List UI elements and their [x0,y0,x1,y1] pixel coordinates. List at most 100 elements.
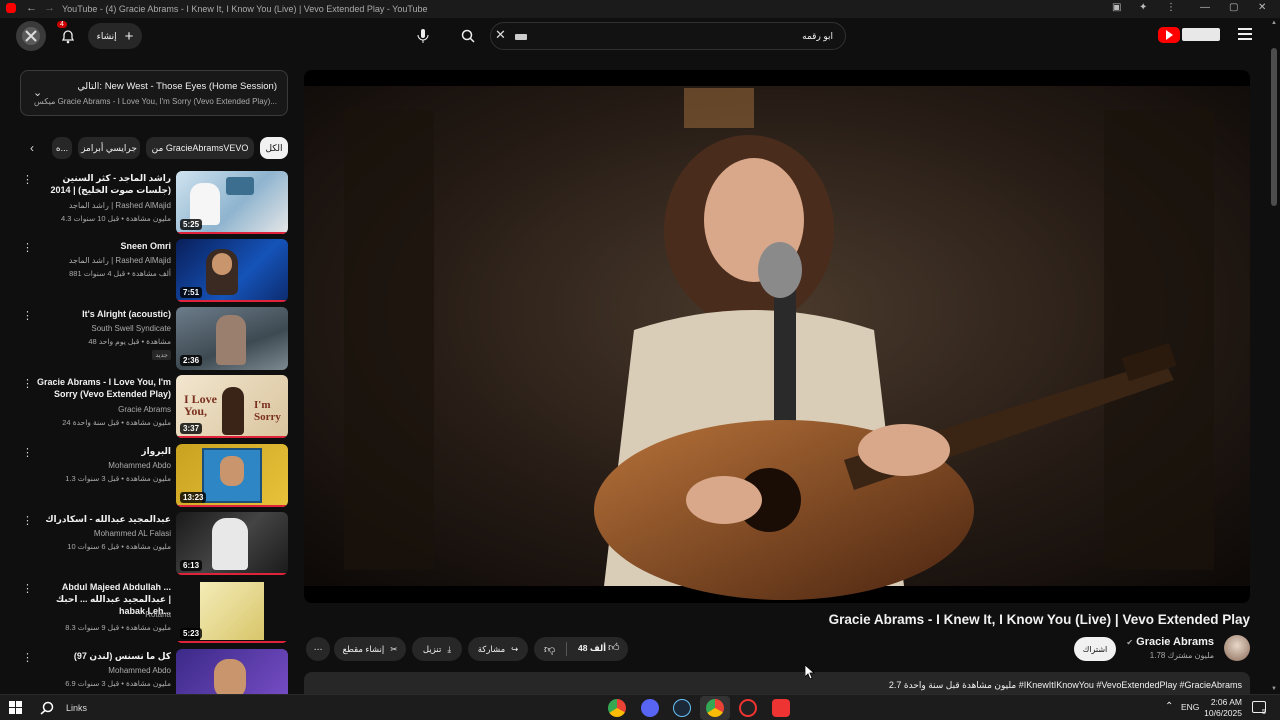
rec-meta: 6.9 مليون مشاهدة • قبل 3 سنوات [65,679,171,688]
rec-title[interactable]: راشد الماجد - كثر السنين (جلسات صوت الخل… [31,172,171,196]
rec-channel[interactable]: Mohammed AL Falasi [94,529,171,538]
notifications-button[interactable]: 4 [53,21,83,51]
recommendation-item[interactable]: ⋮ Sneen Omri راشد الماجد | Rashed AlMaji… [20,239,288,303]
rec-title[interactable]: Gracie Abrams - I Love You, I'm Sorry (V… [31,376,171,400]
youtube-logo[interactable] [1158,27,1220,43]
scroll-up-icon[interactable]: ▲ [1271,20,1277,26]
chrome-profile-icon[interactable] [706,699,724,717]
rec-channel[interactable]: Mohammed Abdo [108,666,171,675]
recommendation-item[interactable]: ⋮ Gracie Abrams - I Love You, I'm Sorry … [20,375,288,439]
scroll-down-icon[interactable]: ▼ [1271,686,1277,692]
chip-more[interactable]: ه... [52,137,72,159]
steam-icon[interactable] [673,699,691,717]
create-button[interactable]: إنشاء + [88,23,142,49]
rec-thumbnail[interactable]: 13:23 [176,444,288,507]
rec-thumbnail[interactable]: 5:23 [176,580,288,643]
minimize-icon[interactable]: — [1200,2,1210,13]
masthead: 4 إنشاء + ✕ ابو رقمه [0,18,1280,56]
page-scrollbar[interactable]: ▲ ▼ [1268,18,1280,694]
rec-thumbnail[interactable]: 7:51 [176,239,288,302]
taskbar-search-icon[interactable] [40,701,54,715]
duration-badge: 7:51 [180,287,203,298]
rec-meta: 10 مليون مشاهدة • قبل 6 سنوات [67,542,171,551]
like-icon[interactable]: 👍︎ [608,641,620,654]
rec-meta: 24 مليون مشاهدة • قبل سنة واحدة [62,418,171,427]
rec-title[interactable]: Sneen Omri [31,240,171,252]
duration-badge: 3:37 [180,423,203,434]
recommendation-item[interactable]: ⋮ Abdul Majeed Abdullah ... عبدالمجيد عب… [20,580,288,644]
recommendation-item[interactable]: ⋮ راشد الماجد - كثر السنين (جلسات صوت ال… [20,171,288,235]
up-next-panel[interactable]: ⌄ التالي: New West - Those Eyes (Home Se… [20,70,288,116]
rec-channel[interactable]: South Swell Syndicate [91,324,171,333]
extensions-icon[interactable]: ✦ [1139,2,1147,13]
rec-thumbnail[interactable]: I Love You, I'm Sorry 3:37 [176,375,288,438]
like-count[interactable]: 48 ألف [578,643,606,654]
channel-name[interactable]: ✔ Gracie Abrams [1126,636,1214,648]
rec-title[interactable]: عبدالمجيد عبدالله - اسكادراك [31,513,171,525]
rec-title[interactable]: البرواز [31,445,171,457]
more-actions-button[interactable]: ⋯ [306,637,330,661]
window-title-bar: ← → YouTube - (4) Gracie Abrams - I Knew… [0,0,1280,18]
rec-channel[interactable]: راشد الماجد | Rashed AlMajid [69,256,171,265]
language-indicator[interactable]: ENG [1181,702,1199,712]
tray-chevron-up-icon[interactable]: ⌃ [1165,701,1173,712]
taskbar-search-label[interactable]: Links [66,703,87,713]
youtube-wordmark [1182,28,1220,41]
chip-gracie-abrams[interactable]: جرايسي أبرامز [78,137,140,159]
rec-channel[interactable]: Gracie Abrams [118,405,171,414]
rec-title[interactable]: كل ما نسنس (لندن 97) [31,650,171,662]
duration-badge: 2:36 [180,355,203,366]
rec-title[interactable]: It's Alright (acoustic) [31,308,171,320]
maximize-icon[interactable]: ▢ [1229,2,1238,13]
rec-channel[interactable]: راشد الماجد | Rashed AlMajid [69,201,171,210]
rec-channel[interactable]: Mohammed Abdo [108,461,171,470]
rec-thumbnail[interactable]: 2:36 [176,307,288,370]
discord-icon[interactable] [641,699,659,717]
rec-thumbnail[interactable]: 5:25 [176,171,288,234]
notification-badge: 4 [57,21,67,28]
recommendation-item[interactable]: ⋮ It's Alright (acoustic) South Swell Sy… [20,307,288,371]
windows-start-icon[interactable] [9,701,23,715]
hamburger-menu-icon[interactable] [1238,28,1252,40]
recorder-icon[interactable] [739,699,757,717]
recommendation-item[interactable]: ⋮ البرواز Mohammed Abdo 1.3 مليون مشاهدة… [20,444,288,508]
forward-arrow-icon[interactable]: → [44,2,55,14]
plus-icon: + [124,27,134,45]
clear-search-icon[interactable]: ✕ [495,27,506,43]
clock-time: 2:06 AM [1210,697,1242,707]
youtube-app-icon[interactable] [772,699,790,717]
channel-name-label[interactable]: Gracie Abrams [1136,636,1214,648]
rec-channel[interactable]: Rotana [145,610,171,619]
avatar[interactable] [16,21,46,51]
recommendation-item[interactable]: ⋮ كل ما نسنس (لندن 97) Mohammed Abdo 6.9… [20,649,288,694]
close-icon[interactable]: ✕ [1258,2,1266,13]
app-icon[interactable]: ▣ [1112,2,1121,13]
rec-thumbnail[interactable] [176,649,288,694]
chip-all[interactable]: الكل [260,137,288,159]
back-arrow-icon[interactable]: ← [26,2,37,14]
dislike-icon[interactable]: 👎︎ [544,643,555,656]
thumbnail-face [212,253,232,275]
recommendation-item[interactable]: ⋮ عبدالمجيد عبدالله - اسكادراك Mohammed … [20,512,288,576]
voice-search-button[interactable] [408,21,438,51]
search-input[interactable]: ✕ ابو رقمه [490,22,846,50]
download-button[interactable]: تنزيل ⤓ [412,637,462,661]
clip-label: إنشاء مقطع [342,643,385,654]
chip-from-channel[interactable]: من GracieAbramsVEVO [146,137,254,159]
rec-thumbnail[interactable]: 6:13 [176,512,288,575]
subscribe-button[interactable]: اشتراك [1074,637,1116,661]
chrome-icon[interactable] [608,699,626,717]
up-next-mix: ميكس Gracie Abrams - I Love You, I'm Sor… [34,97,277,106]
menu-dots-icon[interactable]: ⋮ [1166,2,1176,13]
thumbnail-logo [226,177,254,195]
system-clock[interactable]: 2:06 AM 10/6/2025 [1204,697,1242,719]
video-player[interactable] [304,70,1250,603]
share-button[interactable]: مشاركة ↪ [468,637,528,661]
search-button[interactable] [453,21,483,51]
clip-button[interactable]: إنشاء مقطع ✂ [334,637,406,661]
download-icon: ⤓ [447,643,452,654]
channel-avatar[interactable] [1224,635,1250,661]
scrollbar-thumb[interactable] [1271,48,1277,206]
chevron-left-icon[interactable]: ‹ [30,141,34,155]
keyboard-icon[interactable] [515,34,527,40]
